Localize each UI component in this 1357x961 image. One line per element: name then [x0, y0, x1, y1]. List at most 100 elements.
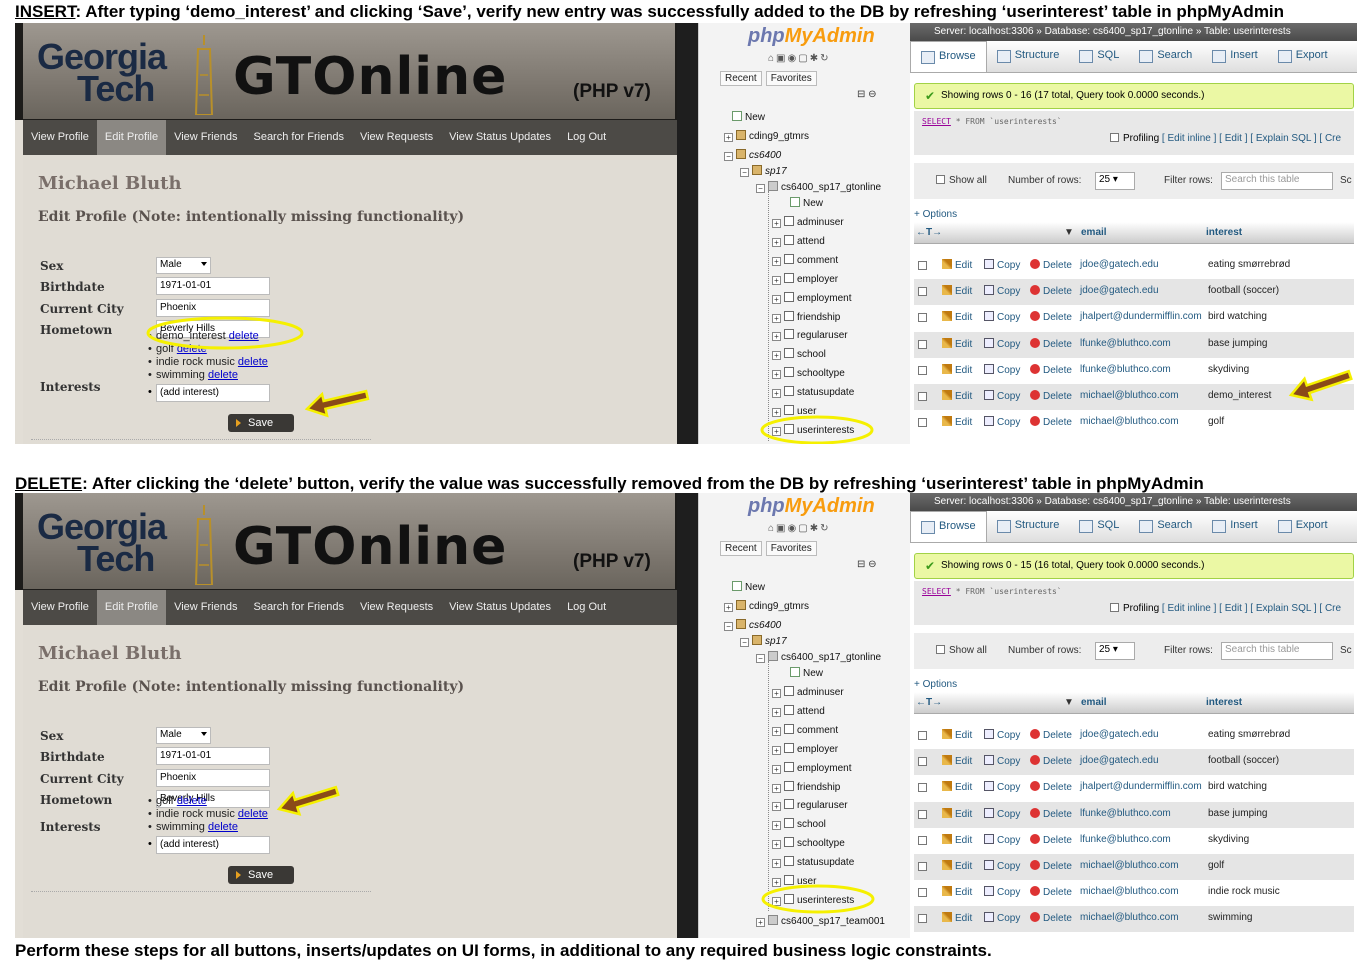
save-button[interactable]: Save — [228, 866, 294, 884]
interest-delete-link[interactable]: delete — [208, 821, 238, 833]
expand-icon[interactable]: + — [772, 389, 781, 399]
sex-select[interactable]: Male — [156, 727, 211, 744]
row-delete[interactable]: Delete — [1030, 729, 1072, 741]
expand-icon[interactable]: + — [772, 275, 781, 285]
row-checkbox[interactable] — [918, 783, 927, 793]
nav-view-profile[interactable]: View Profile — [23, 120, 97, 155]
settings-icon[interactable]: ✱ — [810, 523, 820, 534]
tab-insert[interactable]: Insert — [1202, 41, 1268, 72]
expand-icon[interactable]: + — [772, 689, 781, 698]
tree-table-attend[interactable]: + attend — [772, 704, 825, 717]
row-delete[interactable]: Delete — [1030, 807, 1072, 820]
logout-icon[interactable]: ▣ — [776, 523, 787, 534]
row-checkbox[interactable] — [918, 287, 927, 297]
row-copy[interactable]: Copy — [984, 755, 1020, 767]
expand-icon[interactable]: + — [772, 783, 781, 793]
nav-log-out[interactable]: Log Out — [559, 120, 614, 155]
show-all-checkbox[interactable] — [936, 175, 945, 184]
row-delete[interactable]: Delete — [1030, 363, 1072, 376]
tree-table-regularuser[interactable]: + regularuser — [772, 329, 848, 342]
expand-icon[interactable]: + — [772, 764, 781, 774]
row-edit[interactable]: Edit — [942, 781, 972, 793]
options-link[interactable]: + Options — [914, 209, 957, 220]
row-edit[interactable]: Edit — [942, 259, 972, 271]
row-copy[interactable]: Copy — [984, 390, 1020, 402]
tree-table-regularuser[interactable]: + regularuser — [772, 799, 848, 812]
nav-view-requests[interactable]: View Requests — [352, 120, 441, 155]
tree-table-employment[interactable]: + employment — [772, 761, 851, 774]
row-delete[interactable]: Delete — [1030, 886, 1072, 898]
docs-icon[interactable]: ▢ — [798, 523, 809, 534]
current-city-field[interactable]: Phoenix — [156, 299, 270, 317]
column-arrows[interactable]: ←T→ — [916, 697, 942, 708]
row-copy[interactable]: Copy — [984, 311, 1020, 323]
row-checkbox[interactable] — [918, 261, 927, 270]
settings-icon[interactable]: ✱ — [810, 53, 820, 64]
row-checkbox[interactable] — [918, 313, 927, 323]
home-icon[interactable]: ⌂ — [768, 53, 776, 64]
row-checkbox[interactable] — [918, 392, 927, 401]
tab-sql[interactable]: SQL — [1069, 41, 1129, 72]
sort-icon[interactable]: ▼ — [1064, 227, 1074, 238]
add-interest-field[interactable]: (add interest) — [156, 384, 270, 402]
tree-db-gtonline[interactable]: − cs6400_sp17_gtonline — [756, 181, 881, 193]
expand-icon[interactable]: + — [772, 859, 781, 869]
nav-view-friends[interactable]: View Friends — [166, 120, 245, 155]
num-rows-select[interactable]: 25 ▾ — [1095, 642, 1135, 660]
row-checkbox[interactable] — [918, 757, 927, 767]
profiling-checkbox[interactable] — [1110, 133, 1119, 142]
nav-view-friends[interactable]: View Friends — [166, 590, 245, 625]
row-checkbox[interactable] — [918, 339, 927, 349]
row-checkbox[interactable] — [918, 835, 927, 845]
row-delete[interactable]: Delete — [1030, 337, 1072, 350]
tree-sp17[interactable]: − sp17 — [740, 165, 787, 177]
sort-icon[interactable]: ▼ — [1064, 697, 1074, 708]
filter-input[interactable]: Search this table — [1221, 642, 1333, 660]
row-delete[interactable]: Delete — [1030, 259, 1072, 271]
tree-table-adminuser[interactable]: + adminuser — [772, 216, 844, 228]
nav-view-status-updates[interactable]: View Status Updates — [441, 120, 559, 155]
nav-view-profile[interactable]: View Profile — [23, 590, 97, 625]
row-checkbox[interactable] — [918, 365, 927, 375]
tree-table-userinterests[interactable]: + userinterests — [772, 893, 854, 906]
options-link[interactable]: + Options — [914, 679, 957, 690]
show-all[interactable]: Show all — [936, 175, 987, 186]
row-checkbox[interactable] — [918, 862, 927, 871]
tree-table-schooltype[interactable]: + schooltype — [772, 837, 845, 850]
expand-icon[interactable]: + — [772, 745, 781, 755]
row-copy[interactable]: Copy — [984, 416, 1020, 428]
interest-delete-link[interactable]: delete — [177, 795, 207, 807]
birthdate-field[interactable]: 1971-01-01 — [156, 747, 270, 765]
nav-log-out[interactable]: Log Out — [559, 590, 614, 625]
pma-nav-icons[interactable]: ⌂▣◉▢✱↻ — [768, 523, 830, 534]
row-checkbox[interactable] — [918, 418, 927, 428]
profiling-links[interactable]: [ Edit inline ] [ Edit ] [ Explain SQL ]… — [1162, 603, 1341, 614]
row-copy[interactable]: Copy — [984, 259, 1020, 271]
help-icon[interactable]: ◉ — [788, 53, 799, 64]
sex-select[interactable]: Male — [156, 257, 211, 274]
expand-icon[interactable]: + — [772, 726, 781, 736]
expand-icon[interactable]: + — [756, 917, 765, 927]
tree-table-adminuser[interactable]: + adminuser — [772, 686, 844, 698]
filter-input[interactable]: Search this table — [1221, 172, 1333, 190]
tree-db-cs6400[interactable]: − cs6400 — [724, 149, 781, 161]
col-email[interactable]: email — [1081, 697, 1107, 708]
row-copy[interactable]: Copy — [984, 363, 1020, 376]
collapse-icon[interactable]: ⊟ ⊖ — [857, 89, 877, 100]
row-copy[interactable]: Copy — [984, 912, 1020, 924]
tree-table-userinterests[interactable]: + userinterests — [772, 423, 854, 436]
row-delete[interactable]: Delete — [1030, 781, 1072, 793]
row-edit[interactable]: Edit — [942, 912, 972, 924]
row-edit[interactable]: Edit — [942, 337, 972, 350]
expand-icon[interactable]: + — [772, 313, 781, 323]
collapse-tree-icon[interactable]: − — [756, 654, 765, 663]
column-arrows[interactable]: ←T→ — [916, 227, 942, 238]
tab-favorites[interactable]: Favorites — [765, 71, 817, 86]
tab-recent[interactable]: Recent — [720, 71, 762, 86]
tab-export[interactable]: Export — [1268, 511, 1338, 542]
expand-icon[interactable]: + — [772, 878, 781, 887]
row-delete[interactable]: Delete — [1030, 390, 1072, 402]
show-all-checkbox[interactable] — [936, 645, 945, 654]
nav-edit-profile[interactable]: Edit Profile — [96, 590, 167, 625]
row-copy[interactable]: Copy — [984, 886, 1020, 898]
